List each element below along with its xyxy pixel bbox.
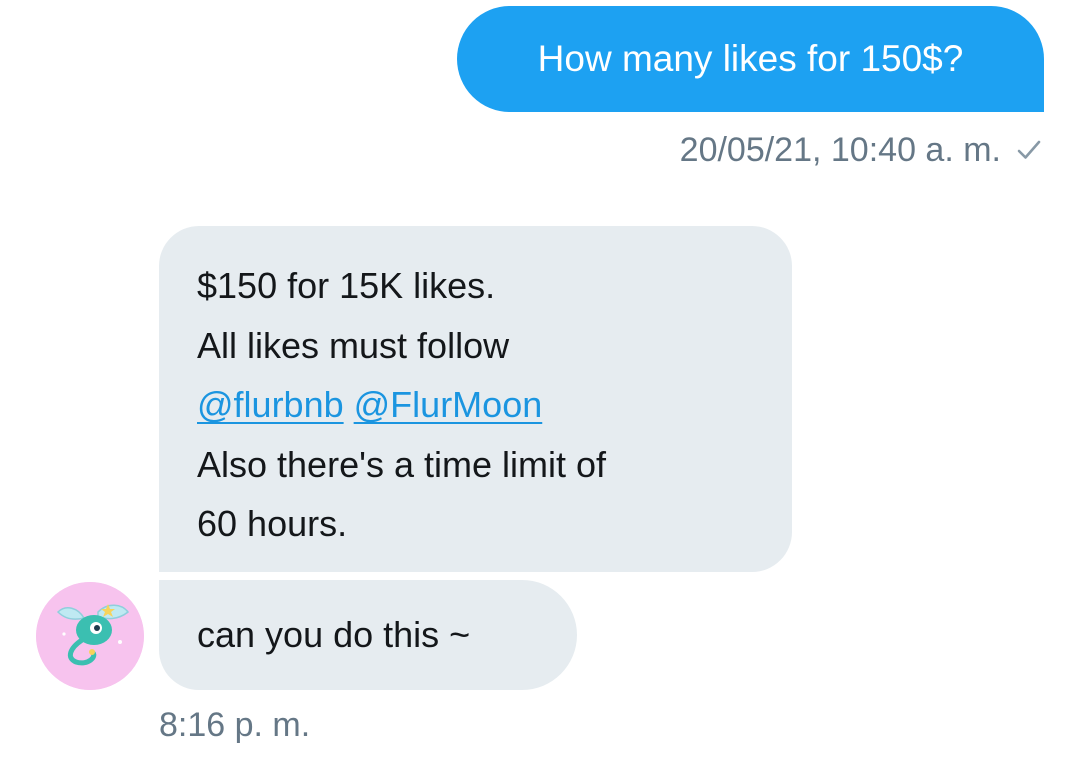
received-message-bubble-2[interactable]: can you do this ~ bbox=[159, 580, 577, 690]
check-icon bbox=[1015, 136, 1043, 164]
message-line: Also there's a time limit of bbox=[197, 443, 607, 485]
message-line: 60 hours. bbox=[197, 503, 348, 544]
received-message-timestamp: 8:16 p. m. bbox=[159, 706, 311, 744]
mention-link-flurbnb[interactable]: @flurbnb bbox=[197, 384, 344, 425]
message-line: $150 for 15K likes. bbox=[197, 265, 496, 306]
sent-message-bubble[interactable]: How many likes for 150$? bbox=[457, 6, 1044, 112]
sent-message-meta: 20/05/21, 10:40 a. m. bbox=[680, 126, 1043, 174]
message-line: All likes must follow bbox=[197, 324, 510, 366]
mentions-line: @flurbnb @FlurMoon bbox=[197, 375, 762, 435]
received-message-bubble[interactable]: $150 for 15K likes. All likes must follo… bbox=[159, 226, 792, 572]
sent-message-timestamp: 20/05/21, 10:40 a. m. bbox=[679, 130, 1001, 169]
mention-link-flurmoon[interactable]: @FlurMoon bbox=[354, 384, 543, 425]
winged-creature-avatar bbox=[36, 582, 144, 690]
sender-avatar[interactable] bbox=[36, 582, 144, 690]
